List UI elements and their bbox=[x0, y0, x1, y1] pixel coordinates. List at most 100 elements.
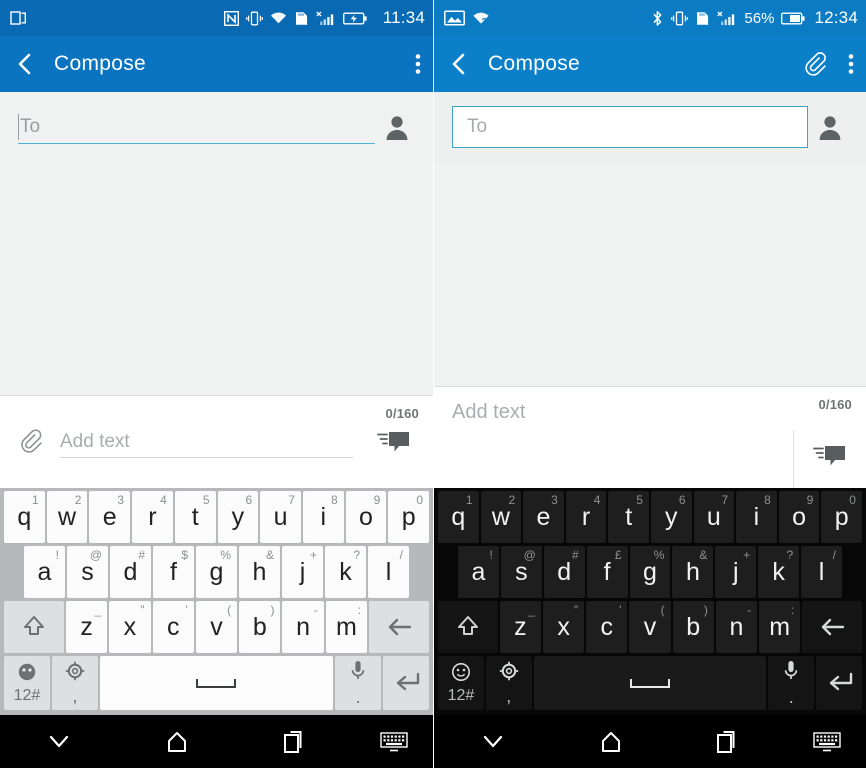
contact-person-icon[interactable] bbox=[808, 113, 852, 141]
key-k[interactable]: ? k bbox=[325, 546, 366, 598]
key-z[interactable]: _ z bbox=[65, 601, 108, 653]
key-d[interactable]: # d bbox=[110, 546, 151, 598]
backspace-icon[interactable] bbox=[802, 601, 863, 653]
key-u[interactable]: 7u bbox=[693, 491, 735, 543]
key-y[interactable]: 6y bbox=[650, 491, 692, 543]
key-r[interactable]: 4r bbox=[565, 491, 607, 543]
message-text-input-right[interactable]: Add text bbox=[434, 387, 866, 424]
key-label: r bbox=[581, 502, 591, 531]
key-b[interactable]: ) b bbox=[672, 601, 714, 653]
keyboard-light[interactable]: 1q 2w 3e 4r 5t 6y 7u 8i 9o 0p ! a @ s # d $… bbox=[0, 488, 433, 715]
symbols-key[interactable]: 12# bbox=[4, 656, 50, 710]
overflow-menu-icon[interactable] bbox=[415, 52, 421, 76]
back-chevron-icon[interactable] bbox=[14, 52, 36, 76]
key-h[interactable]: & h bbox=[239, 546, 280, 598]
key-w[interactable]: 2w bbox=[480, 491, 522, 543]
key-g[interactable]: % g bbox=[196, 546, 237, 598]
space-key[interactable] bbox=[533, 656, 767, 710]
symbols-key[interactable]: 12# bbox=[438, 656, 484, 710]
voice-input-key[interactable]: . bbox=[335, 656, 382, 710]
message-body-area-right[interactable] bbox=[434, 162, 866, 386]
paperclip-icon[interactable] bbox=[804, 51, 830, 77]
key-x[interactable]: " x bbox=[109, 601, 151, 653]
key-m[interactable]: :m bbox=[325, 601, 368, 653]
key-e[interactable]: 3e bbox=[89, 491, 131, 543]
settings-key[interactable]: , bbox=[51, 656, 98, 710]
recents-icon[interactable] bbox=[237, 729, 355, 755]
hide-keyboard-chevron-icon[interactable] bbox=[0, 731, 118, 753]
key-y[interactable]: 6y bbox=[217, 491, 259, 543]
key-t[interactable]: 5t bbox=[608, 491, 649, 543]
app-bar-actions-left bbox=[415, 52, 421, 76]
sd-card-alert-icon: ! bbox=[695, 9, 710, 27]
enter-return-icon[interactable] bbox=[383, 656, 429, 710]
overflow-menu-icon[interactable] bbox=[848, 52, 854, 76]
space-key[interactable] bbox=[99, 656, 334, 710]
key-a[interactable]: ! a bbox=[458, 546, 499, 598]
key-u[interactable]: 7u bbox=[260, 491, 301, 543]
key-d[interactable]: # d bbox=[543, 546, 585, 598]
key-n[interactable]: -n bbox=[715, 601, 758, 653]
key-f[interactable]: £ f bbox=[586, 546, 628, 598]
key-f[interactable]: $ f bbox=[153, 546, 194, 598]
status-bar-clock-right: 12:34 bbox=[814, 8, 858, 27]
key-k[interactable]: ? k bbox=[758, 546, 800, 598]
home-icon[interactable] bbox=[118, 729, 236, 755]
key-q[interactable]: 1q bbox=[438, 491, 479, 543]
key-l[interactable]: / l bbox=[801, 546, 843, 598]
key-v[interactable]: (v bbox=[629, 601, 671, 653]
settings-key[interactable]: , bbox=[485, 656, 532, 710]
keyboard-dark[interactable]: 1q 2w 3e 4r 5t 6y 7u 8i 9o 0p ! a @ s # d £… bbox=[434, 488, 866, 715]
key-o[interactable]: 9o bbox=[778, 491, 820, 543]
key-s[interactable]: @ s bbox=[67, 546, 108, 598]
keyboard-switch-icon[interactable] bbox=[788, 731, 866, 753]
page-title: Compose bbox=[488, 52, 580, 75]
key-w[interactable]: 2w bbox=[46, 491, 88, 543]
key-m[interactable]: :m bbox=[759, 601, 801, 653]
key-label: j bbox=[299, 557, 306, 586]
key-i[interactable]: 8i bbox=[302, 491, 344, 543]
recipient-input-left[interactable]: To bbox=[18, 110, 375, 144]
key-r[interactable]: 4r bbox=[132, 491, 173, 543]
emoji-face-icon bbox=[451, 662, 471, 687]
shift-arrow-icon[interactable] bbox=[4, 601, 64, 653]
recipient-input-right[interactable]: To bbox=[452, 106, 808, 148]
key-p[interactable]: 0p bbox=[821, 491, 862, 543]
message-text-input-left[interactable]: Add text bbox=[60, 426, 353, 458]
keyboard-switch-icon[interactable] bbox=[355, 731, 433, 753]
key-z[interactable]: _ z bbox=[499, 601, 541, 653]
key-t[interactable]: 5t bbox=[174, 491, 216, 543]
key-e[interactable]: 3e bbox=[523, 491, 564, 543]
back-chevron-icon[interactable] bbox=[448, 52, 470, 76]
key-c[interactable]: ' c bbox=[586, 601, 628, 653]
key-g[interactable]: % g bbox=[629, 546, 671, 598]
shift-arrow-icon[interactable] bbox=[438, 601, 498, 653]
key-a[interactable]: ! a bbox=[24, 546, 65, 598]
send-message-icon[interactable] bbox=[363, 429, 425, 455]
backspace-icon[interactable] bbox=[369, 601, 429, 653]
key-n[interactable]: -n bbox=[282, 601, 324, 653]
home-icon[interactable] bbox=[552, 729, 670, 755]
key-s[interactable]: @ s bbox=[500, 546, 542, 598]
recents-icon[interactable] bbox=[670, 729, 788, 755]
key-b[interactable]: ) b bbox=[239, 601, 281, 653]
key-h[interactable]: & h bbox=[672, 546, 714, 598]
hide-keyboard-chevron-icon[interactable] bbox=[434, 731, 552, 753]
key-v[interactable]: (v bbox=[195, 601, 238, 653]
key-hint: : bbox=[790, 603, 795, 617]
key-j[interactable]: + j bbox=[715, 546, 757, 598]
key-j[interactable]: + j bbox=[282, 546, 323, 598]
enter-return-icon[interactable] bbox=[816, 656, 862, 710]
contact-person-icon[interactable] bbox=[375, 113, 419, 141]
key-i[interactable]: 8i bbox=[736, 491, 777, 543]
key-l[interactable]: / l bbox=[368, 546, 409, 598]
voice-input-key[interactable]: . bbox=[768, 656, 815, 710]
send-message-icon[interactable] bbox=[794, 424, 866, 488]
key-c[interactable]: ' c bbox=[152, 601, 194, 653]
paperclip-icon[interactable] bbox=[14, 428, 52, 456]
key-q[interactable]: 1q bbox=[4, 491, 45, 543]
key-p[interactable]: 0p bbox=[388, 491, 430, 543]
key-x[interactable]: " x bbox=[542, 601, 585, 653]
message-body-area-left[interactable] bbox=[0, 162, 433, 395]
key-o[interactable]: 9o bbox=[345, 491, 387, 543]
